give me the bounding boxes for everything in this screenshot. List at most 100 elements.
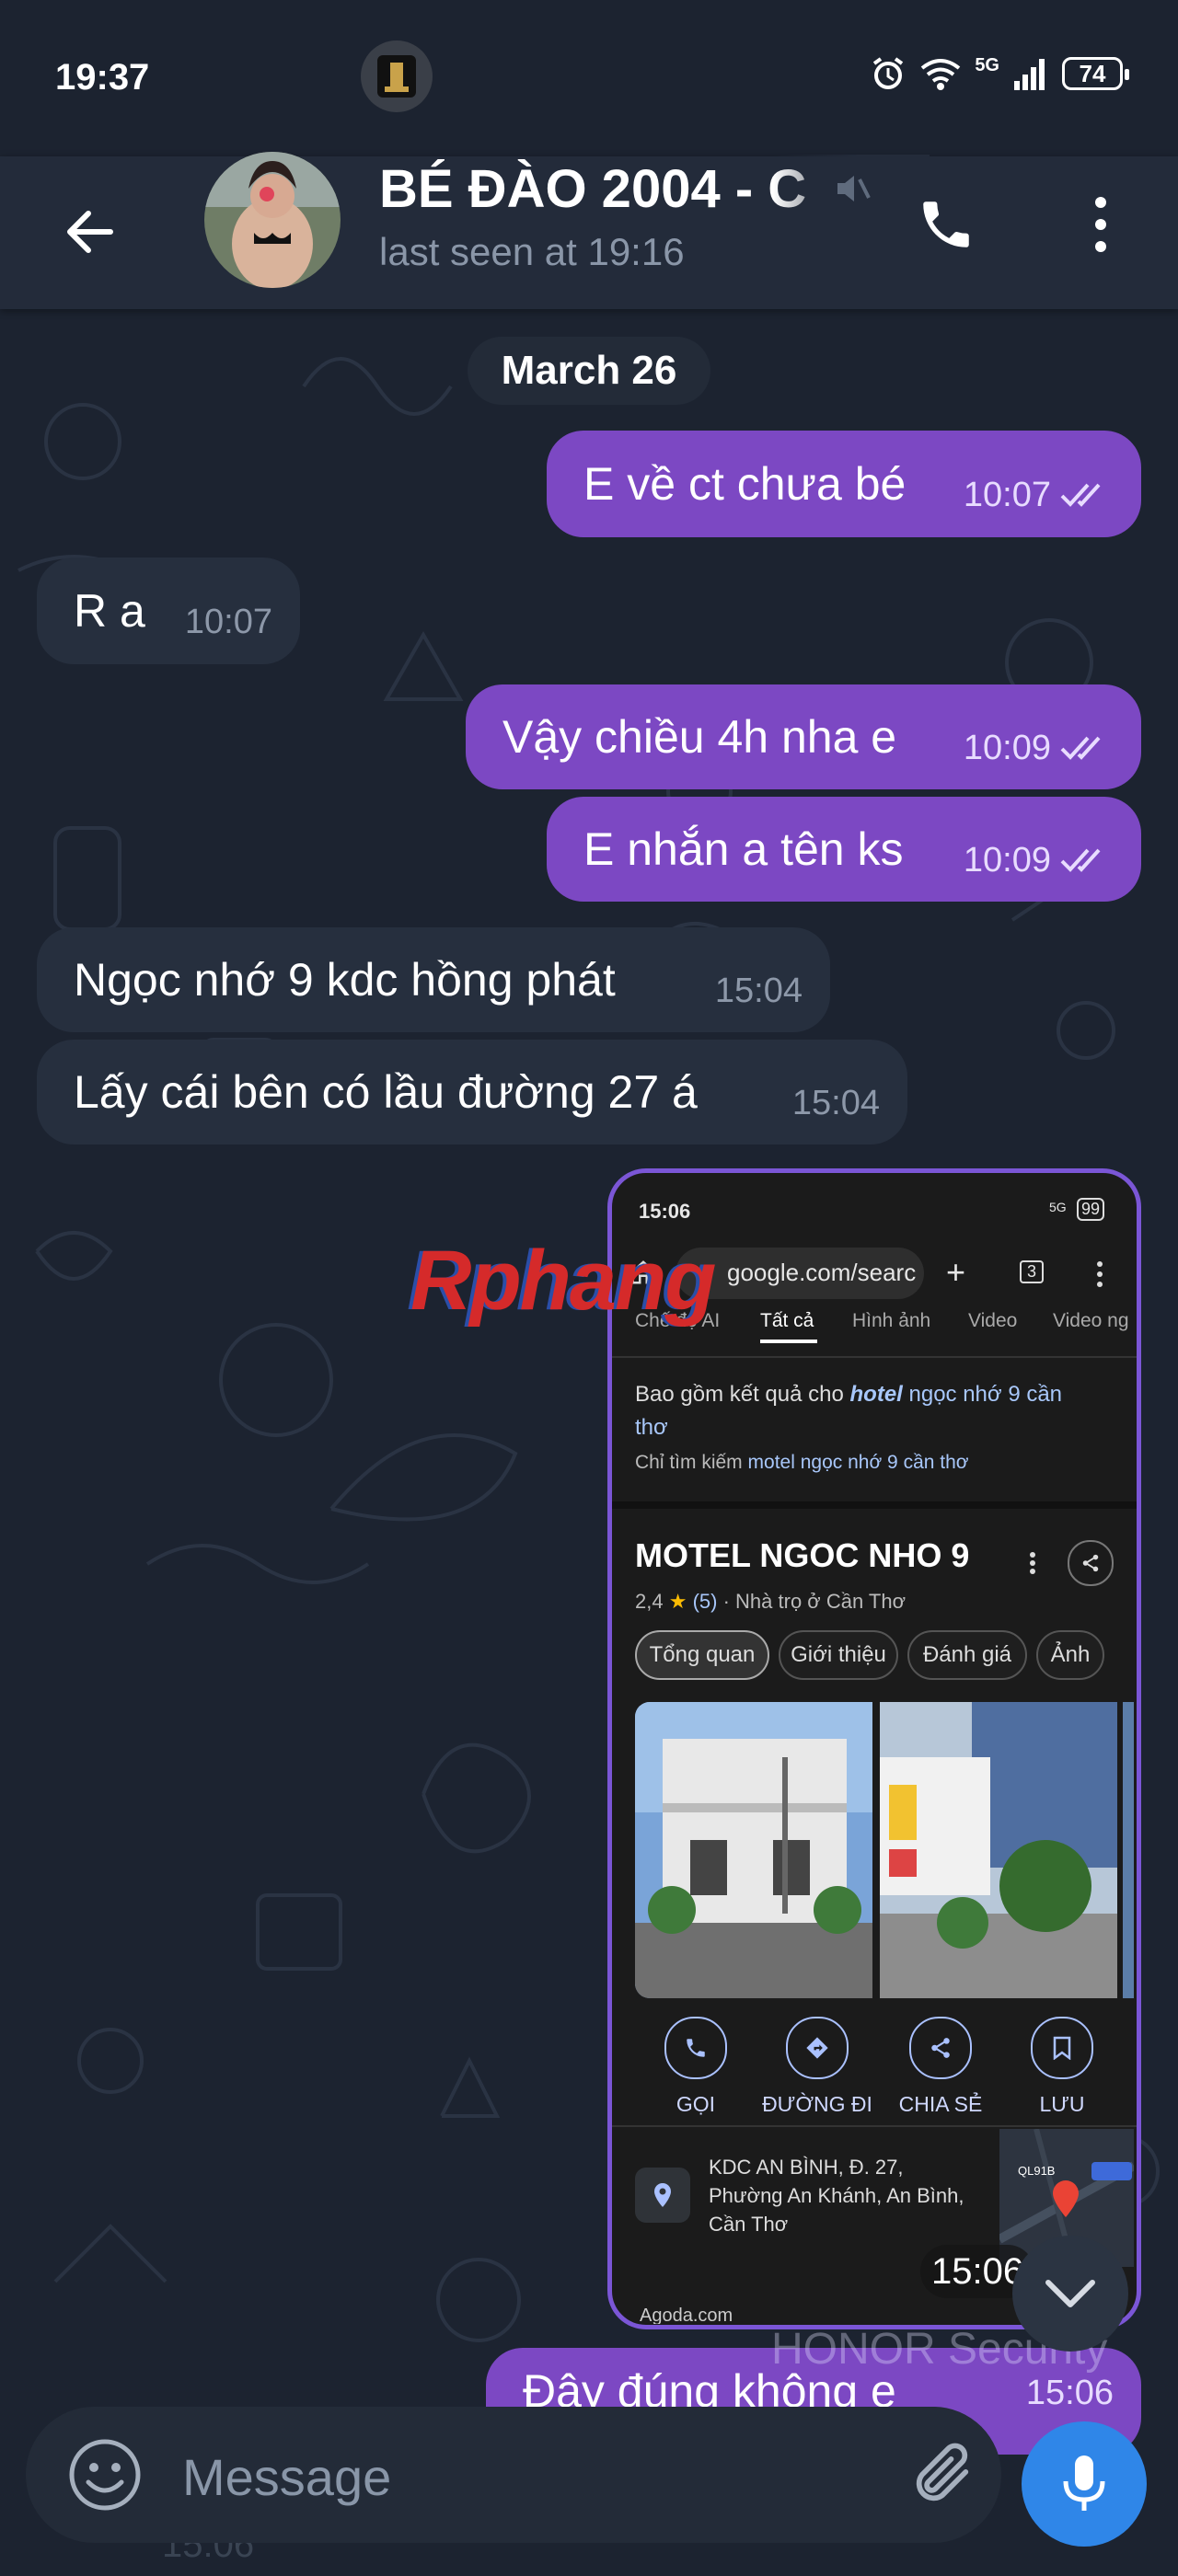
status-bar: 19:37 5G 74 <box>0 0 1178 156</box>
spelling-notice: Bao gồm kết quả cho hotel ngọc nhớ 9 cần… <box>635 1378 1095 1444</box>
chip-overview[interactable]: Tổng quan <box>635 1630 769 1680</box>
message-time: 10:07 <box>184 602 272 641</box>
message-text: Lấy cái bên có lầu đường 27 á <box>74 1066 698 1118</box>
divider <box>612 2125 1137 2127</box>
chip-label: Giới thiệu <box>791 1642 886 1667</box>
active-tab-underline <box>760 1340 817 1343</box>
place-photo-3[interactable] <box>1123 1702 1134 1998</box>
save-action[interactable]: LƯU <box>1007 2017 1117 2117</box>
contact-avatar[interactable] <box>204 152 341 288</box>
chip-label: Ảnh <box>1050 1642 1091 1667</box>
double-check-icon <box>1060 736 1101 760</box>
wifi-icon <box>921 59 961 90</box>
message-time: 10:09 <box>963 840 1051 880</box>
message-time: 15:04 <box>791 1083 880 1122</box>
message-time: 15:04 <box>714 971 803 1010</box>
share-icon <box>931 2038 950 2058</box>
action-label: CHIA SẺ <box>898 2092 983 2116</box>
search-only-notice: Chỉ tìm kiếm motel ngọc nhớ 9 cần thơ <box>635 1452 969 1474</box>
message-time: 10:09 <box>963 728 1051 767</box>
microphone-icon <box>1063 2455 1105 2511</box>
chevron-down-icon <box>1045 2280 1095 2307</box>
phone-icon <box>687 2039 705 2057</box>
voice-record-button[interactable] <box>1022 2421 1147 2547</box>
scroll-down-button[interactable] <box>1012 2236 1128 2352</box>
muted-speaker-icon <box>837 176 871 201</box>
media-battery: 99 <box>1077 1198 1105 1221</box>
search-tab[interactable]: Video <box>968 1310 1017 1332</box>
call-button[interactable] <box>902 180 990 269</box>
divider <box>612 1501 1137 1509</box>
address-line: KDC AN BÌNH, Đ. 27, <box>709 2156 904 2179</box>
place-photo-1[interactable] <box>635 1702 872 1998</box>
search-tab[interactable]: Tất cả <box>760 1310 814 1332</box>
divider <box>612 1356 1137 1358</box>
only-query-link[interactable]: motel ngọc nhớ 9 cần thơ <box>748 1452 969 1473</box>
directions-icon <box>806 2037 828 2059</box>
emoji-button[interactable] <box>64 2434 145 2515</box>
smiley-icon <box>69 2439 141 2511</box>
game-app-icon <box>361 40 433 112</box>
place-address: KDC AN BÌNH, Đ. 27, Phường An Khánh, An … <box>709 2153 964 2238</box>
message-bubble-incoming[interactable]: R a 10:07 <box>37 558 300 664</box>
chip-photos[interactable]: Ảnh <box>1036 1630 1104 1680</box>
phone-icon <box>923 201 969 247</box>
media-status-time: 15:06 <box>639 1200 691 1223</box>
place-photo-2[interactable] <box>880 1702 1117 1998</box>
vertical-dots-icon <box>1097 1261 1103 1287</box>
address-line: Cần Thơ <box>709 2213 789 2236</box>
search-tab[interactable]: Hình ảnh <box>852 1310 930 1332</box>
share-action[interactable]: CHIA SẺ <box>885 2017 996 2117</box>
watermark-logo: Rphang <box>410 1234 716 1328</box>
message-time: 15:06 <box>1025 2374 1114 2412</box>
chip-about[interactable]: Giới thiệu <box>779 1630 898 1680</box>
media-tabs-count: 3 <box>1020 1260 1045 1283</box>
chip-label: Đánh giá <box>922 1642 1012 1667</box>
action-label: ĐƯỜNG ĐI <box>762 2092 872 2116</box>
includes-bold: hotel <box>849 1382 903 1407</box>
vertical-dots-icon <box>1095 197 1106 252</box>
location-pin-icon <box>635 2168 690 2223</box>
chip-reviews[interactable]: Đánh giá <box>907 1630 1027 1680</box>
battery-level: 74 <box>1079 59 1106 87</box>
alarm-icon <box>873 57 904 89</box>
directions-action[interactable]: ĐƯỜNG ĐI <box>762 2017 872 2117</box>
search-tab[interactable]: Video ng <box>1053 1310 1129 1332</box>
share-icon[interactable] <box>1068 1540 1114 1586</box>
message-text: Ngọc nhớ 9 kdc hồng phát <box>74 954 616 1006</box>
only-prefix: Chỉ tìm kiếm <box>635 1452 743 1473</box>
action-label: GỌI <box>676 2092 716 2116</box>
arrow-left-icon <box>67 211 113 253</box>
agoda-text: Agoda.com <box>640 2306 733 2324</box>
message-text: E nhắn a tên ks <box>583 823 904 875</box>
back-button[interactable] <box>52 193 129 270</box>
action-label: LƯU <box>1039 2092 1085 2116</box>
date-separator: March 26 <box>468 337 710 405</box>
media-network-label: 5G <box>1049 1200 1067 1214</box>
rating-line: 2,4 ★ (5) · Nhà trọ ở Cần Thơ <box>635 1590 906 1614</box>
bookmark-icon <box>1053 2036 1071 2060</box>
chat-subtitle: last seen at 19:16 <box>379 230 685 273</box>
status-icons: 5G 74 <box>870 55 1129 92</box>
double-check-icon <box>1060 483 1101 507</box>
call-action[interactable]: GỌI <box>641 2017 751 2117</box>
attach-button[interactable] <box>902 2434 983 2515</box>
review-count[interactable]: (5) <box>693 1590 718 1613</box>
message-bubble-incoming[interactable]: Ngọc nhớ 9 kdc hồng phát 15:04 <box>37 927 830 1032</box>
vertical-dots-icon[interactable] <box>1029 1551 1036 1575</box>
double-check-icon <box>1060 848 1101 872</box>
message-input[interactable] <box>180 2444 828 2510</box>
message-text: R a <box>74 585 145 637</box>
more-options-button[interactable] <box>1068 180 1134 269</box>
media-url: google.com/searc <box>727 1259 917 1286</box>
map-road-label: QL91B <box>1018 2164 1056 2178</box>
message-bubble-outgoing[interactable]: E về ct chưa bé 10:07 <box>547 431 1141 537</box>
message-time: 10:07 <box>963 475 1051 514</box>
battery-indicator: 74 <box>1062 57 1129 90</box>
message-bubble-incoming[interactable]: Lấy cái bên có lầu đường 27 á 15:04 <box>37 1040 907 1144</box>
signal-icon <box>1014 59 1045 90</box>
address-line: Phường An Khánh, An Bình, <box>709 2184 964 2207</box>
message-text: Vậy chiều 4h nha e <box>502 711 897 763</box>
message-bubble-outgoing[interactable]: Vậy chiều 4h nha e 10:09 <box>466 684 1141 789</box>
message-bubble-outgoing[interactable]: E nhắn a tên ks 10:09 <box>547 797 1141 902</box>
